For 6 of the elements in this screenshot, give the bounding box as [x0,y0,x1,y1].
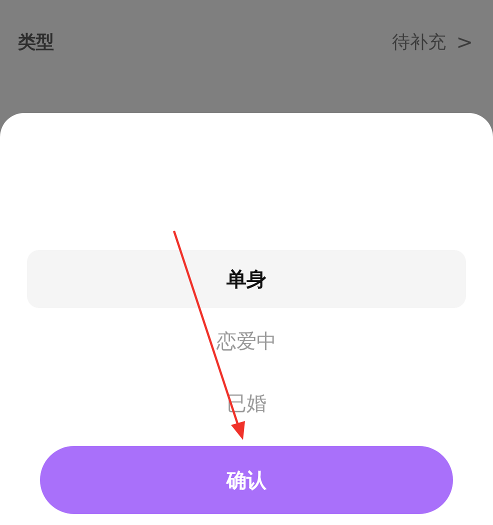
picker-option[interactable]: 单身 [27,250,466,308]
picker-option[interactable]: 恋爱中 [27,310,466,372]
row-label: 类型 [18,31,54,54]
chevron-icon: > [456,30,473,54]
confirm-button[interactable]: 确认 [40,446,453,514]
row-value: 待补充 [392,31,446,54]
